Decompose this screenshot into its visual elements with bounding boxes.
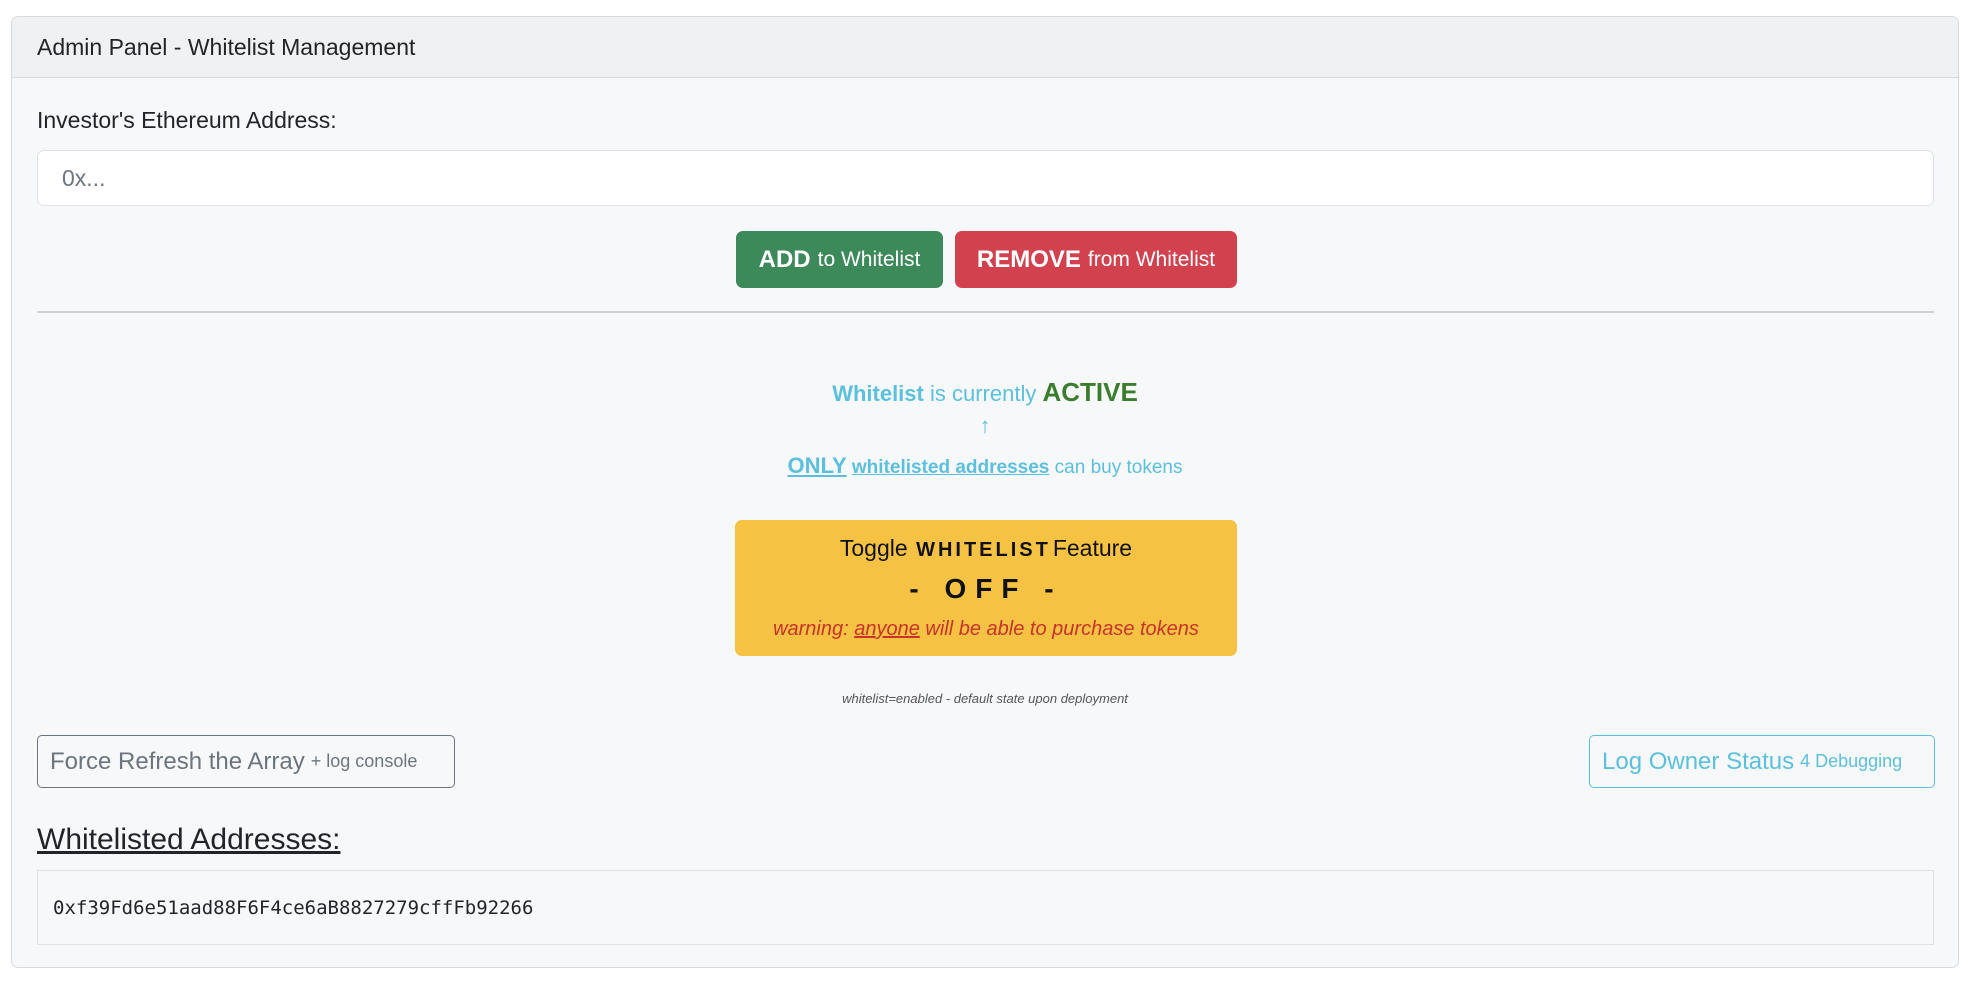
toggle-whitelist-button[interactable]: Toggle WHITELISTFeature - OFF - warning:…: [735, 520, 1237, 656]
default-state-note: whitelist=enabled - default state upon d…: [842, 691, 1128, 706]
log-label: Log Owner Status: [1602, 747, 1795, 775]
panel-title: Admin Panel - Whitelist Management: [37, 33, 416, 60]
list-item: 0xf39Fd6e51aad88F6F4ce6aB8827279cffFb922…: [53, 896, 534, 919]
whitelisted-addresses-title: Whitelisted Addresses:: [37, 823, 341, 856]
card-header: Admin Panel - Whitelist Management: [12, 17, 1958, 78]
log-owner-status-button[interactable]: Log Owner Status 4 Debugging: [1589, 735, 1935, 788]
status-is-currently: is currently: [929, 381, 1037, 406]
warning-anyone: anyone: [854, 618, 920, 640]
add-to-whitelist-button[interactable]: ADD to Whitelist: [736, 231, 943, 288]
warning-prefix: warning:: [773, 618, 849, 640]
toggle-action: - OFF -: [909, 573, 1063, 604]
whitelisted-addresses-list: 0xf39Fd6e51aad88F6F4ce6aB8827279cffFb922…: [37, 870, 1934, 945]
status-description: ONLY whitelisted addresses can buy token…: [12, 453, 1958, 479]
status-whitelisted-addresses: whitelisted addresses: [851, 457, 1050, 478]
toggle-warning: warning: anyone will be able to purchase…: [735, 618, 1237, 641]
arrow-up-icon: ↑: [979, 413, 991, 438]
refresh-label: Force Refresh the Array: [50, 747, 305, 775]
force-refresh-button[interactable]: Force Refresh the Array + log console: [37, 735, 455, 788]
toggle-prefix: Toggle: [839, 535, 908, 561]
toggle-feature-word: WHITELIST: [916, 539, 1051, 561]
toggle-title: Toggle WHITELISTFeature: [735, 535, 1237, 562]
address-input[interactable]: [37, 150, 1934, 206]
whitelist-status: Whitelist is currently ACTIVE: [12, 377, 1958, 408]
add-button-rest: to Whitelist: [817, 247, 921, 271]
admin-panel-card: Admin Panel - Whitelist Management Inves…: [11, 16, 1959, 968]
address-label: Investor's Ethereum Address:: [37, 107, 337, 133]
divider: [37, 311, 1934, 313]
status-state: ACTIVE: [1042, 377, 1138, 407]
remove-button-strong: REMOVE: [976, 245, 1081, 273]
status-can-buy: can buy tokens: [1054, 457, 1183, 478]
status-whitelist-word: Whitelist: [832, 381, 924, 406]
log-small: 4 Debugging: [1800, 751, 1903, 771]
add-button-strong: ADD: [758, 245, 811, 273]
refresh-small: + log console: [310, 751, 418, 771]
toggle-suffix: Feature: [1052, 535, 1133, 561]
status-only: ONLY: [787, 453, 847, 478]
warning-rest: will be able to purchase tokens: [925, 618, 1199, 640]
remove-button-rest: from Whitelist: [1087, 247, 1216, 271]
remove-from-whitelist-button[interactable]: REMOVE from Whitelist: [955, 231, 1237, 288]
